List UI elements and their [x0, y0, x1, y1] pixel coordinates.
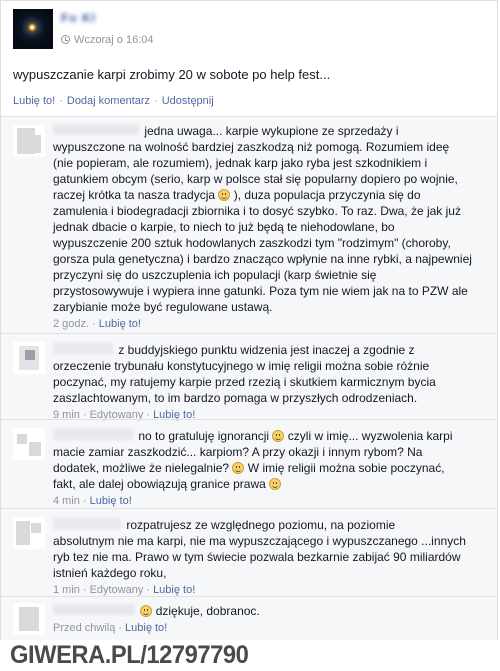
comment-line: raczej krótka ta nasza tradycja — [53, 188, 216, 202]
smile-emoji-icon — [272, 430, 285, 442]
comment-line: przyczyni się do uszczuplenia ich popula… — [53, 268, 377, 282]
commenter-avatar[interactable] — [13, 428, 45, 460]
comment-line: ryb tez nie ma. Prawo w tym świecie pozw… — [53, 550, 461, 564]
comment-line: gatunkiem obcym (serio, karp w polsce st… — [53, 172, 458, 186]
separator-dot: · — [118, 622, 123, 634]
comment-line: gorsza pula genetyczna) i bardzo znacząc… — [53, 252, 472, 266]
post-author-name[interactable]: Fo Kl — [61, 11, 96, 25]
smile-emoji-icon — [140, 605, 153, 617]
comment-line: orzeczenie trybunału konstytucyjnego w i… — [53, 359, 430, 373]
clock-icon — [61, 35, 70, 44]
comment-line: rozpatrujesz ze względnego poziomu, na p… — [126, 518, 396, 532]
comment-line: wypuszczenie 200 sztuk hodowlanych zaszk… — [53, 236, 451, 250]
post-timestamp[interactable]: Wczoraj o 16:04 — [61, 34, 153, 46]
commenter-name[interactable] — [53, 429, 133, 440]
comment-body: jedna uwaga... karpie wykupione ze sprze… — [53, 123, 473, 332]
comment-time[interactable]: Przed chwilą — [53, 622, 115, 634]
comment-item: no to gratuluję ignorancji czyli w imię.… — [1, 419, 497, 511]
comment-line: dziękuje, dobranoc. — [155, 604, 260, 618]
edited-label[interactable]: Edytowany — [90, 584, 144, 596]
comment-line: zarybianie może być regulowane ustawą. — [53, 300, 273, 314]
comment-line: dodatek, możliwe że nielegalnie? — [53, 461, 230, 475]
comment-line: ), duza populacja przyczynia się do — [233, 188, 421, 202]
commenter-name[interactable] — [53, 124, 139, 135]
comment-line: przystosowywuje i wypiera inne gatunki. … — [53, 284, 468, 298]
comment-line: jednak dbacie o karpie, to niech to już … — [53, 220, 395, 234]
post-text: wypuszczanie karpi zrobimy 20 w sobote p… — [13, 67, 331, 82]
comment-line: poczynać, my ratujemy karpie przed rzezi… — [53, 375, 436, 389]
comment-body: z buddyjskiego punktu widzenia jest inac… — [53, 342, 473, 423]
comment-line: absolutnym nie ma karpi, nie ma wypuszcz… — [53, 534, 466, 548]
commenter-avatar[interactable] — [13, 517, 45, 549]
share-button[interactable]: Udostępnij — [162, 95, 214, 107]
comment-like-button[interactable]: Lubię to! — [125, 622, 167, 634]
commenter-name[interactable] — [53, 604, 135, 615]
smile-emoji-icon — [232, 462, 245, 474]
comment-line: zamulenia i biodegradacji zbiornika i to… — [53, 204, 461, 218]
comments-list: jedna uwaga... karpie wykupione ze sprze… — [1, 116, 497, 640]
comment-line: wypuszczone na wolność bardziej zaszkodz… — [53, 140, 450, 154]
separator-dot: · — [59, 95, 63, 107]
comment-like-button[interactable]: Lubię to! — [153, 584, 195, 596]
comment-body: no to gratuluję ignorancji czyli w imię.… — [53, 428, 473, 509]
comment-item: jedna uwaga... karpie wykupione ze sprze… — [1, 117, 497, 348]
commenter-name[interactable] — [53, 343, 113, 354]
separator-dot: · — [92, 318, 96, 330]
comment-item: z buddyjskiego punktu widzenia jest inac… — [1, 333, 497, 421]
comment-line: fakt, ale dalej obowiązują granice prawa — [53, 477, 266, 491]
comment-time[interactable]: 2 godz. — [53, 318, 89, 330]
comment-like-button[interactable]: Lubię to! — [99, 318, 141, 330]
comment-line: istnień każdego roku, — [53, 566, 167, 580]
separator-dot: · — [146, 584, 151, 596]
comment-time[interactable]: 4 min — [53, 495, 80, 507]
comment-meta: 2 godz. · Lubię to! — [53, 316, 473, 332]
post-time-text: Wczoraj o 16:04 — [74, 34, 154, 46]
comment-line: zaszlachtowanym, to im bardzo pomaga w p… — [53, 391, 418, 405]
comment-item: dziękuje, dobranoc. Przed chwilą · Lubię t… — [1, 596, 497, 640]
author-avatar[interactable] — [13, 9, 53, 49]
comment-line: W imię religii można sobie poczynać, — [247, 461, 445, 475]
like-button[interactable]: Lubię to! — [13, 95, 55, 107]
separator-dot: · — [154, 95, 158, 107]
comment-line: czyli w imię... wyzwolenia karpi — [287, 429, 453, 443]
smile-emoji-icon — [218, 189, 231, 201]
site-watermark: GIWERA.PL/12797790 — [10, 641, 249, 669]
comment-like-button[interactable]: Lubię to! — [90, 495, 132, 507]
comment-line: no to gratuluję ignorancji — [138, 429, 270, 443]
separator-dot: · — [82, 495, 87, 507]
commenter-avatar[interactable] — [13, 125, 45, 157]
commenter-avatar[interactable] — [13, 342, 45, 374]
commenter-name[interactable] — [53, 518, 121, 529]
commenter-avatar[interactable] — [13, 603, 45, 635]
comment-item: rozpatrujesz ze względnego poziomu, na p… — [1, 508, 497, 598]
comment-meta: 4 min · Lubię to! — [53, 493, 473, 509]
smile-emoji-icon — [269, 478, 282, 490]
comment-line: z buddyjskiego punktu widzenia jest inac… — [118, 343, 415, 357]
separator-dot: · — [82, 584, 87, 596]
comment-line: (nie popieram, ale rozumiem), jednak kar… — [53, 156, 428, 170]
post-header: Fo Kl Wczoraj o 16:04 — [13, 9, 483, 53]
comment-body: rozpatrujesz ze względnego poziomu, na p… — [53, 517, 473, 598]
add-comment-button[interactable]: Dodaj komentarz — [67, 95, 150, 107]
comment-line: macie zamiar zaszkodzić... karpiom? A pr… — [53, 445, 423, 459]
post-actions: Lubię to! · Dodaj komentarz · Udostępnij — [13, 95, 214, 107]
comment-line: jedna uwaga... karpie wykupione ze sprze… — [144, 124, 399, 138]
comment-time[interactable]: 1 min — [53, 584, 80, 596]
comment-body: dziękuje, dobranoc. Przed chwilą · Lubię t… — [53, 603, 473, 636]
comment-meta: Przed chwilą · Lubię to! — [53, 620, 473, 636]
facebook-post: Fo Kl Wczoraj o 16:04 wypuszczanie karpi… — [0, 0, 498, 640]
